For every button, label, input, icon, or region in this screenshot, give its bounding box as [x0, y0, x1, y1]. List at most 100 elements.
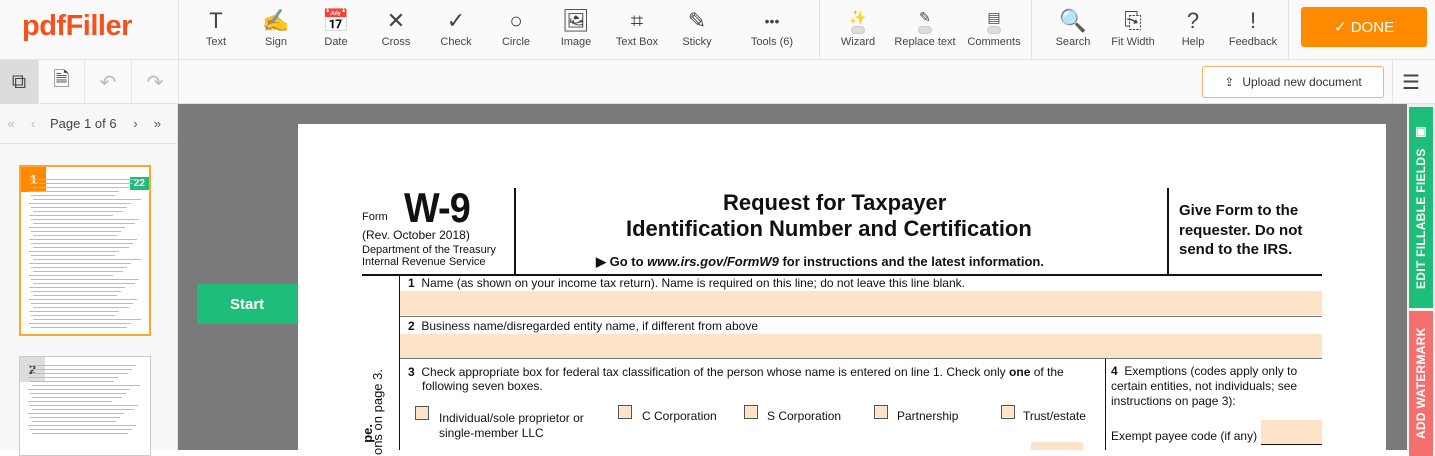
- trust-estate-checkbox[interactable]: [1001, 405, 1015, 419]
- thumbnail-text-line: [33, 271, 123, 272]
- tool-cross[interactable]: ✕ Cross: [364, 8, 428, 48]
- tool-sign[interactable]: ✍ Sign: [244, 8, 308, 48]
- thumbnail-text-line: [31, 327, 127, 328]
- page-navigator: « ‹ Page 1 of 6 › »: [0, 104, 178, 144]
- more-icon: •••: [764, 13, 780, 29]
- thumbnail-text-line: [31, 315, 115, 316]
- s-corporation-checkbox[interactable]: [744, 405, 758, 419]
- tool-tools-6[interactable]: ••• Tools (6): [740, 8, 804, 48]
- tool-text-box[interactable]: ⌗ Text Box: [605, 8, 669, 48]
- thumbnail-text-line: [29, 215, 113, 216]
- replace-text-icon: ✎: [893, 8, 957, 34]
- individual-checkbox[interactable]: [415, 406, 429, 420]
- document-page: Form W-9 (Rev. October 2018) Department …: [298, 124, 1386, 455]
- thumbnail-text-line: [33, 283, 135, 284]
- thumbnail-text-line: [31, 243, 133, 244]
- edit-fillable-fields-tab[interactable]: EDIT FILLABLE FIELDS ▣: [1409, 107, 1433, 308]
- tool-comments[interactable]: ▤ Comments: [962, 8, 1026, 49]
- last-page-icon[interactable]: »: [147, 116, 169, 131]
- page-thumbnail-2[interactable]: 2: [19, 356, 151, 456]
- upload-new-document-button[interactable]: ⇪ Upload new document: [1202, 66, 1384, 98]
- tool-circle[interactable]: ○ Circle: [484, 8, 548, 48]
- done-button[interactable]: ✓ DONE: [1301, 7, 1427, 47]
- thumbnail-text-line: [29, 227, 125, 228]
- thumbnail-text-line: [30, 381, 114, 382]
- thumbnail-text-line: [31, 279, 139, 280]
- upload-icon: ⇪: [1224, 75, 1235, 89]
- c-corporation-checkbox[interactable]: [618, 405, 632, 419]
- thumbnail-text-line: [29, 203, 131, 204]
- thumbnail-text-line: [33, 307, 129, 308]
- thumbnail-text-line: [31, 195, 115, 196]
- next-page-icon[interactable]: ›: [125, 116, 147, 131]
- start-wizard-button[interactable]: Start: [197, 284, 315, 324]
- pages-icon[interactable]: ⧉: [0, 60, 39, 104]
- tool-replace-text[interactable]: ✎ Replace text: [893, 8, 957, 49]
- thumbnail-text-line: [29, 263, 131, 264]
- thumbnail-text-line: [32, 385, 140, 386]
- pdffiller-logo[interactable]: pdfFiller: [22, 10, 132, 43]
- add-watermark-tab[interactable]: ADD WATERMARK: [1409, 311, 1433, 456]
- prev-page-icon[interactable]: ‹: [22, 116, 44, 131]
- thumbnail-text-line: [28, 413, 124, 414]
- thumbnail-text-line: [30, 393, 126, 394]
- thumbnail-text-line: [30, 369, 132, 370]
- circle-icon: ○: [509, 8, 523, 33]
- thumbnail-text-line: [29, 287, 125, 288]
- thumbnail-text-line: [29, 251, 119, 252]
- toggle-switch[interactable]: [851, 25, 865, 34]
- image-icon: 🖼: [562, 8, 590, 33]
- thumbnail-text-line: [29, 179, 137, 180]
- thumbnail-text-line: [29, 275, 113, 276]
- form-name: W-9: [404, 184, 471, 231]
- sign-icon: ✍: [262, 8, 290, 33]
- thumbnail-text-line: [30, 417, 120, 418]
- thumbnail-text-line: [31, 267, 127, 268]
- sticky-icon: ✎: [687, 8, 707, 33]
- page-thumbnail-1[interactable]: 1 22: [19, 165, 151, 336]
- thumbnail-text-line: [33, 223, 135, 224]
- feedback-icon: !: [1249, 8, 1257, 33]
- thumbnail-text-line: [28, 425, 136, 426]
- name-field[interactable]: [400, 291, 1322, 315]
- thumbnail-text-line: [33, 187, 129, 188]
- checklist-icon[interactable]: ☰: [1402, 70, 1420, 95]
- toggle-switch[interactable]: [918, 25, 932, 34]
- toggle-switch[interactable]: [987, 25, 1001, 34]
- fillable-fields-icon: ▣: [1414, 126, 1428, 141]
- tool-date[interactable]: 📅 Date: [304, 8, 368, 48]
- thumbnail-text-line: [31, 207, 127, 208]
- thumbnail-text-line: [30, 405, 138, 406]
- undo-icon[interactable]: ↶: [85, 60, 132, 104]
- thumbnail-text-line: [29, 239, 137, 240]
- text-box-icon: ⌗: [630, 8, 644, 33]
- thumbnail-text-line: [32, 421, 116, 422]
- tool-sticky[interactable]: ✎ Sticky: [665, 8, 729, 48]
- thumbnail-text-line: [32, 373, 128, 374]
- tool-check[interactable]: ✓ Check: [424, 8, 488, 48]
- thumbnail-text-line: [28, 365, 136, 366]
- partnership-checkbox[interactable]: [874, 405, 888, 419]
- thumbnail-text-line: [30, 429, 132, 430]
- tool-wizard[interactable]: ✨ Wizard: [826, 8, 890, 49]
- exempt-payee-code-field[interactable]: [1261, 420, 1322, 444]
- tool-feedback[interactable]: ! Feedback: [1221, 8, 1285, 48]
- document-settings-icon[interactable]: 🗎: [39, 60, 85, 104]
- irs-link[interactable]: www.irs.gov/FormW9: [647, 254, 779, 269]
- thumbnail-text-line: [33, 211, 123, 212]
- thumbnail-text-line: [33, 199, 141, 200]
- thumbnail-text-line: [33, 259, 141, 260]
- thumbnail-text-line: [31, 255, 115, 256]
- redo-icon[interactable]: ↷: [132, 60, 179, 104]
- tool-search[interactable]: 🔍 Search: [1041, 8, 1105, 48]
- llc-classification-field[interactable]: [1031, 442, 1083, 450]
- tool-help[interactable]: ? Help: [1161, 8, 1225, 48]
- business-name-field[interactable]: [400, 334, 1322, 358]
- thumbnail-text-line: [31, 183, 133, 184]
- fit-width-icon: ⎘: [1124, 8, 1142, 33]
- tool-image[interactable]: 🖼 Image: [544, 8, 608, 48]
- first-page-icon[interactable]: «: [0, 116, 22, 131]
- thumbnail-text-line: [28, 401, 112, 402]
- tool-fit-width[interactable]: ⎘ Fit Width: [1101, 8, 1165, 48]
- tool-text[interactable]: T Text: [184, 8, 248, 48]
